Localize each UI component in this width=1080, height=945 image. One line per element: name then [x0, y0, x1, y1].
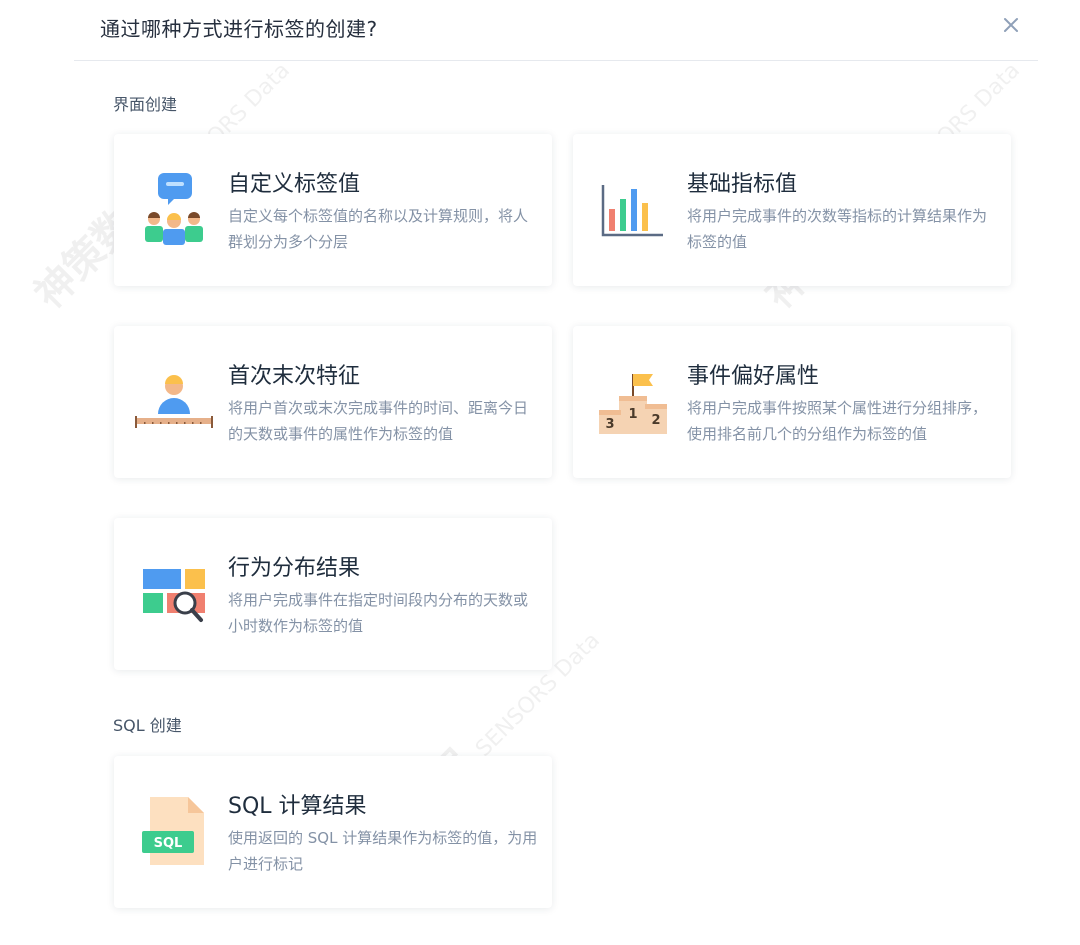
- podium-number-3: 3: [605, 417, 614, 432]
- podium-icon: 3 1 2: [591, 360, 675, 446]
- section-label-sql: SQL 创建: [113, 716, 182, 735]
- sql-badge-text: SQL: [154, 836, 183, 851]
- card-description: 将用户完成事件的次数等指标的计算结果作为标签的值: [687, 207, 988, 251]
- card-title: 首次末次特征: [228, 364, 361, 389]
- dialog-title: 通过哪种方式进行标签的创建?: [100, 17, 378, 41]
- card-first-last-feature[interactable]: 首次末次特征 将用户首次或末次完成事件的时间、距离今日的天数或事件的属性作为标签…: [114, 326, 552, 478]
- dialog-header: 通过哪种方式进行标签的创建?: [0, 0, 1080, 60]
- card-description: 使用返回的 SQL 计算结果作为标签的值，为用户进行标记: [228, 829, 538, 873]
- bar-chart-icon: [595, 168, 671, 254]
- card-behavior-distribution[interactable]: 行为分布结果 将用户完成事件在指定时间段内分布的天数或小时数作为标签的值: [114, 518, 552, 670]
- people-group-icon: [136, 168, 212, 254]
- podium-number-1: 1: [628, 407, 637, 422]
- card-title: 事件偏好属性: [687, 364, 820, 389]
- card-title: SQL 计算结果: [228, 794, 367, 819]
- card-description: 将用户首次或末次完成事件的时间、距离今日的天数或事件的属性作为标签的值: [228, 399, 529, 443]
- card-title: 自定义标签值: [228, 172, 361, 197]
- card-sql-result[interactable]: SQL SQL 计算结果 使用返回的 SQL 计算结果作为标签的值，为用户进行标…: [114, 756, 552, 908]
- card-title: 基础指标值: [687, 172, 798, 197]
- card-custom-tag-value[interactable]: 自定义标签值 自定义每个标签值的名称以及计算规则，将人群划分为多个分层: [114, 134, 552, 286]
- close-icon: [1004, 18, 1018, 32]
- podium-number-2: 2: [651, 413, 660, 428]
- section-label-ui: 界面创建: [113, 95, 178, 114]
- card-title: 行为分布结果: [228, 556, 361, 581]
- distribution-search-icon: [136, 552, 212, 638]
- card-description: 自定义每个标签值的名称以及计算规则，将人群划分为多个分层: [228, 207, 529, 251]
- card-basic-metric-value[interactable]: 基础指标值 将用户完成事件的次数等指标的计算结果作为标签的值: [573, 134, 1011, 286]
- header-divider: [74, 60, 1038, 61]
- card-description: 将用户完成事件在指定时间段内分布的天数或小时数作为标签的值: [228, 591, 529, 635]
- card-description: 将用户完成事件按照某个属性进行分组排序，使用排名前几个的分组作为标签的值: [687, 399, 988, 443]
- user-timeline-icon: [132, 360, 216, 446]
- card-event-preference-attribute[interactable]: 3 1 2 事件偏好属性 将用户完成事件按照某个属性进行分组排序，使用排名前几个…: [573, 326, 1011, 478]
- close-button[interactable]: [998, 12, 1024, 38]
- sql-file-icon: SQL: [136, 788, 212, 874]
